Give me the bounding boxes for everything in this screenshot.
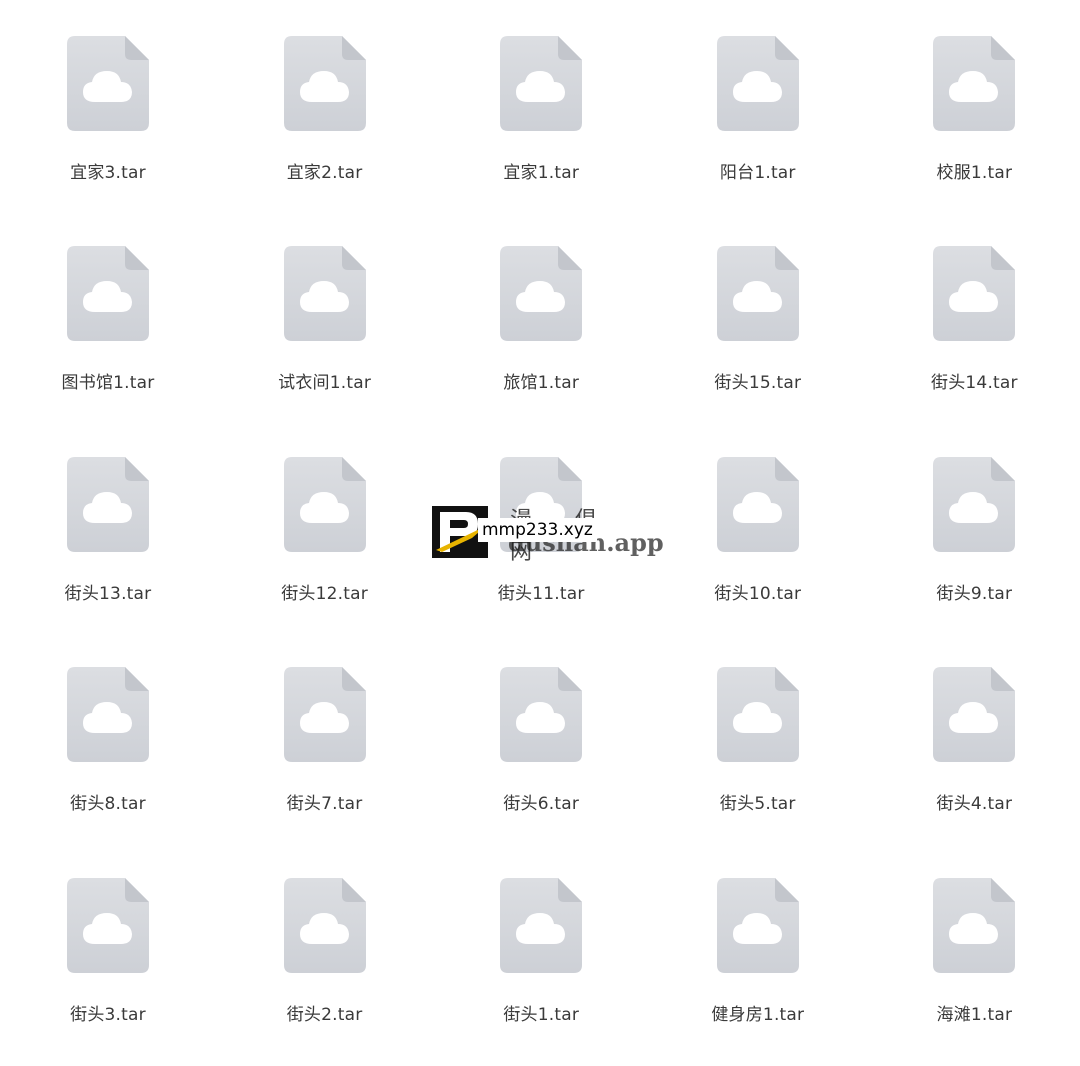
cloud-file-icon[interactable]	[500, 36, 583, 131]
cloud-file-icon[interactable]	[716, 456, 799, 552]
cloud-file-icon[interactable]	[716, 36, 799, 131]
cloud-file-icon[interactable]	[933, 246, 1016, 342]
file-name-label[interactable]: 街头10.tar	[650, 579, 866, 604]
cloud-file-icon[interactable]	[67, 456, 149, 552]
file-name-label[interactable]: 宜家3.tar	[0, 158, 216, 183]
cloud-file-icon[interactable]	[283, 456, 366, 552]
file-tile[interactable]: 街头9.tar	[866, 421, 1080, 631]
cloud-file-icon[interactable]	[716, 877, 799, 973]
file-name-label[interactable]: 街头15.tar	[650, 368, 866, 393]
file-name-label[interactable]: 街头6.tar	[433, 789, 649, 814]
cloud-file-icon[interactable]	[500, 877, 583, 973]
file-name-label[interactable]: 阳台1.tar	[650, 158, 866, 183]
file-name-label[interactable]: 街头4.tar	[866, 789, 1080, 814]
file-tile[interactable]: 街头15.tar	[650, 210, 866, 420]
file-tile[interactable]: 街头1.tar	[433, 842, 649, 1052]
cloud-file-icon[interactable]	[283, 877, 366, 973]
file-tile[interactable]: 街头6.tar	[433, 631, 649, 841]
cloud-file-icon[interactable]	[283, 667, 366, 763]
file-tile[interactable]: 街头8.tar	[0, 631, 216, 841]
watermark-label: mmp233.xyz	[478, 518, 597, 542]
file-tile[interactable]: 旅馆1.tar	[433, 210, 649, 420]
file-tile[interactable]: 宜家1.tar	[433, 0, 649, 210]
cloud-file-icon[interactable]	[67, 877, 149, 973]
cloud-file-icon[interactable]	[716, 667, 799, 763]
cloud-file-icon[interactable]	[716, 246, 799, 342]
file-tile[interactable]: 街头2.tar	[217, 842, 433, 1052]
file-name-label[interactable]: 街头7.tar	[217, 789, 433, 814]
cloud-file-icon[interactable]	[500, 246, 583, 342]
file-name-label[interactable]: 宜家1.tar	[433, 158, 649, 183]
cloud-file-icon[interactable]	[283, 246, 366, 342]
file-tile[interactable]: 街头13.tar	[0, 421, 216, 631]
cloud-file-icon[interactable]	[283, 36, 366, 131]
file-tile[interactable]: 街头14.tar	[866, 210, 1080, 420]
file-tile[interactable]: 校服1.tar	[866, 0, 1080, 210]
cloud-file-icon[interactable]	[500, 667, 583, 763]
file-name-label[interactable]: 街头3.tar	[0, 1000, 216, 1025]
file-name-label[interactable]: 街头11.tar	[433, 579, 649, 604]
file-tile[interactable]: 街头5.tar	[650, 631, 866, 841]
file-name-label[interactable]: 旅馆1.tar	[433, 368, 649, 393]
cloud-file-icon[interactable]	[933, 877, 1016, 973]
watermark: 漫 俱 网 dushan.app mmp233.xyz	[430, 506, 664, 565]
file-tile[interactable]: 街头12.tar	[217, 421, 433, 631]
file-tile[interactable]: 海滩1.tar	[866, 842, 1080, 1052]
cloud-file-icon[interactable]	[933, 36, 1016, 131]
file-name-label[interactable]: 健身房1.tar	[650, 1000, 866, 1025]
file-tile[interactable]: 试衣间1.tar	[217, 210, 433, 420]
file-name-label[interactable]: 图书馆1.tar	[0, 368, 216, 393]
file-tile[interactable]: 健身房1.tar	[650, 842, 866, 1052]
file-tile[interactable]: 街头7.tar	[217, 631, 433, 841]
cloud-file-icon[interactable]	[67, 36, 149, 131]
file-name-label[interactable]: 街头12.tar	[217, 579, 433, 604]
file-tile[interactable]: 宜家3.tar	[0, 0, 216, 210]
file-name-label[interactable]: 海滩1.tar	[866, 1000, 1080, 1025]
file-tile[interactable]: 街头10.tar	[650, 421, 866, 631]
cloud-file-icon[interactable]	[67, 246, 149, 342]
file-name-label[interactable]: 街头5.tar	[650, 789, 866, 814]
file-tile[interactable]: 宜家2.tar	[217, 0, 433, 210]
file-name-label[interactable]: 宜家2.tar	[217, 158, 433, 183]
file-name-label[interactable]: 校服1.tar	[866, 158, 1080, 183]
file-tile[interactable]: 图书馆1.tar	[0, 210, 216, 420]
file-name-label[interactable]: 街头8.tar	[0, 789, 216, 814]
file-tile[interactable]: 街头3.tar	[0, 842, 216, 1052]
file-name-label[interactable]: 街头13.tar	[0, 579, 216, 604]
file-name-label[interactable]: 街头1.tar	[433, 1000, 649, 1025]
file-name-label[interactable]: 试衣间1.tar	[217, 368, 433, 393]
file-tile[interactable]: 街头4.tar	[866, 631, 1080, 841]
cloud-file-icon[interactable]	[67, 667, 149, 763]
cloud-file-icon[interactable]	[933, 456, 1016, 552]
file-tile[interactable]: 阳台1.tar	[650, 0, 866, 210]
file-name-label[interactable]: 街头9.tar	[866, 579, 1080, 604]
file-name-label[interactable]: 街头2.tar	[217, 1000, 433, 1025]
file-name-label[interactable]: 街头14.tar	[866, 368, 1080, 393]
cloud-file-icon[interactable]	[933, 667, 1016, 763]
